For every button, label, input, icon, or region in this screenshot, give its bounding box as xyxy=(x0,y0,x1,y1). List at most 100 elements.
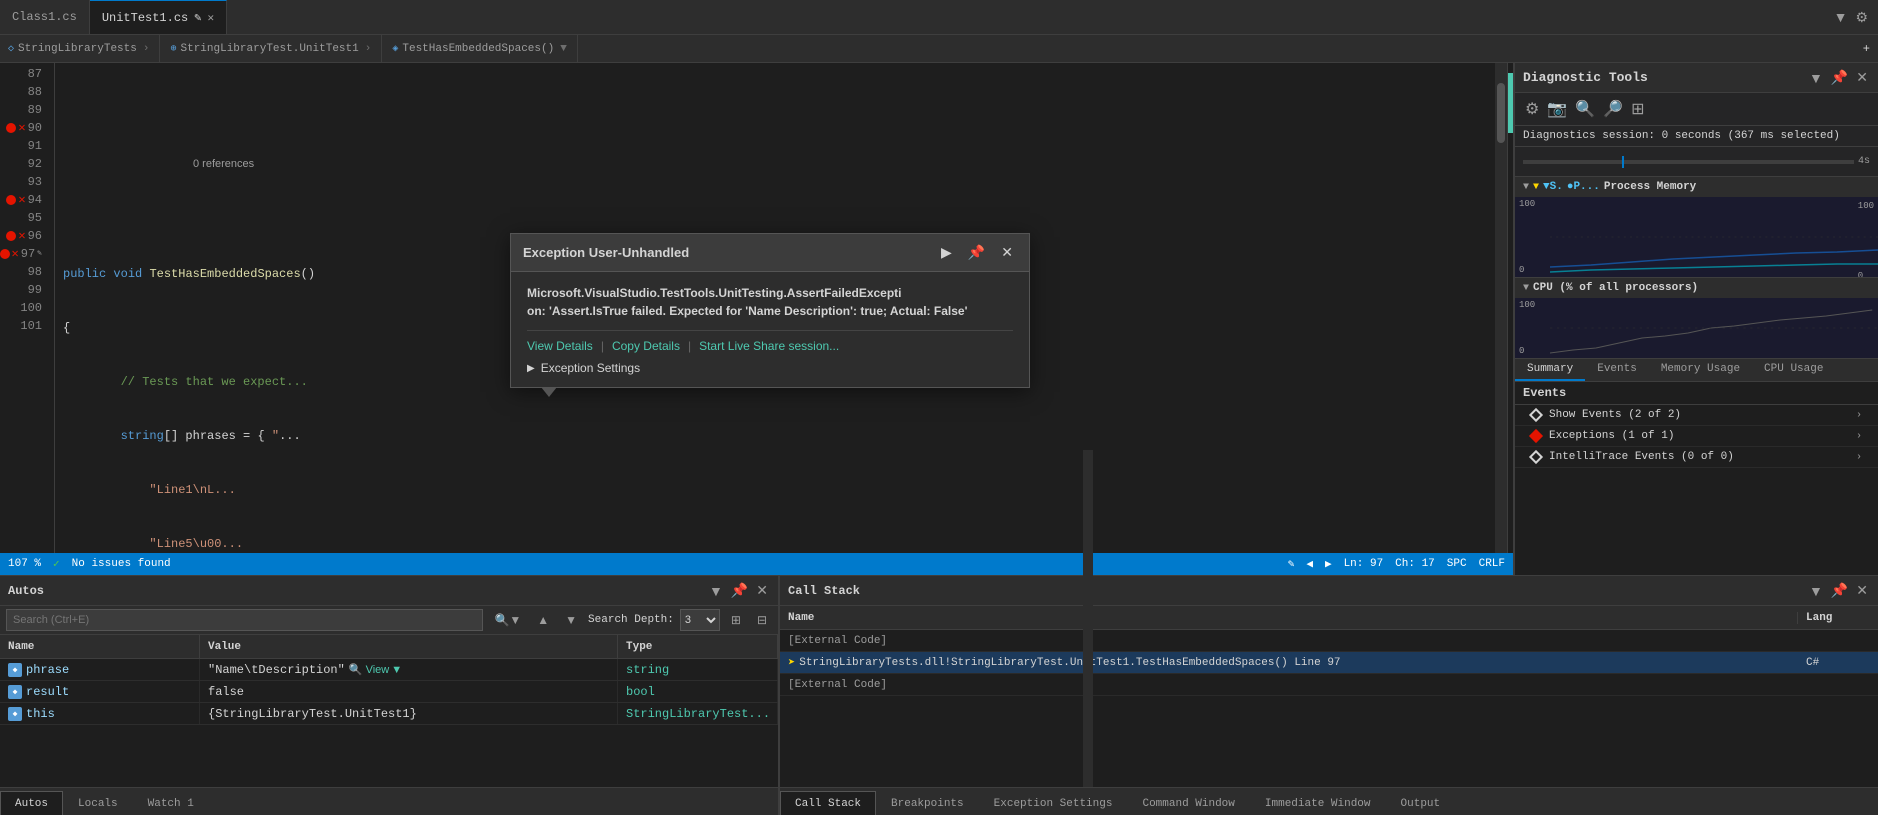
autos-table: Name Value Type ◆ phrase "Name\tDescript… xyxy=(0,635,778,787)
nav-method[interactable]: ◈ TestHasEmbeddedSpaces() ▼ xyxy=(384,35,577,62)
diag-pin-btn[interactable]: 📌 xyxy=(1829,67,1850,88)
bottom-area: Autos ▼ 📌 ✕ 🔍▼ ▲ ▼ Search Depth: 3 ⊞ ⊟ N… xyxy=(0,575,1878,815)
autos-header-actions: ▼ 📌 ✕ xyxy=(707,580,770,601)
cs-pane-tab-breakpoints[interactable]: Breakpoints xyxy=(876,791,979,815)
copy-details-link[interactable]: Copy Details xyxy=(612,339,680,353)
code-area[interactable]: 87 88 89 ✕ 90 91 92 xyxy=(0,63,1513,553)
live-share-link[interactable]: Start Live Share session... xyxy=(699,339,839,353)
diag-zoom-in-btn[interactable]: 🔍 xyxy=(1573,97,1597,121)
status-line: Ln: 97 xyxy=(1344,558,1384,570)
cs-row-test-method: ➤ StringLibraryTests.dll!StringLibraryTe… xyxy=(780,652,1878,674)
search-depth-select[interactable]: 3 xyxy=(680,609,720,631)
th-value: Value xyxy=(200,635,618,658)
autos-format-btn[interactable]: ⊟ xyxy=(752,609,772,631)
bp-94 xyxy=(6,195,16,205)
exception-header: Exception User-Unhandled ▶ 📌 ✕ xyxy=(511,234,1029,272)
result-var-icon: ◆ xyxy=(8,685,22,699)
cs-pane-tab-callstack[interactable]: Call Stack xyxy=(780,791,876,815)
pm-section-icon3: ●P... xyxy=(1567,181,1600,193)
bp-96 xyxy=(6,231,16,241)
pm-right-min: 0 xyxy=(1858,271,1874,277)
bp-icon-90: ✕ xyxy=(18,119,25,137)
autos-down-btn[interactable]: ▼ xyxy=(560,609,582,631)
exception-close-btn[interactable]: ✕ xyxy=(997,242,1017,263)
cs-pin-btn[interactable]: 📌 xyxy=(1829,580,1850,601)
tab-dropdown-btn[interactable]: ▼ xyxy=(1832,7,1850,27)
ln-91: 91 xyxy=(0,137,46,155)
exception-run-btn[interactable]: ▶ xyxy=(937,242,956,263)
tab-unittest1-modified-icon: ✎ xyxy=(194,10,201,25)
diag-event-intellitrace[interactable]: IntelliTrace Events (0 of 0) › xyxy=(1515,447,1878,468)
diag-timeline: 4s xyxy=(1515,147,1878,177)
diag-fit-btn[interactable]: ⊞ xyxy=(1629,97,1646,121)
cs-pane-tabs: Call Stack Breakpoints Exception Setting… xyxy=(780,787,1878,815)
nav-class[interactable]: ⊕ StringLibraryTest.UnitTest1 › xyxy=(162,35,382,62)
cs-close-btn[interactable]: ✕ xyxy=(1854,580,1870,601)
pane-tab-locals[interactable]: Locals xyxy=(63,791,133,815)
autos-search-input[interactable] xyxy=(6,609,483,631)
diag-tab-memory[interactable]: Memory Usage xyxy=(1649,359,1752,381)
status-zoom[interactable]: 107 % xyxy=(8,558,41,570)
cs-dropdown-btn[interactable]: ▼ xyxy=(1807,580,1825,601)
diag-dropdown-btn[interactable]: ▼ xyxy=(1807,67,1825,88)
process-memory-chart: 100 0 100 0 xyxy=(1515,197,1878,277)
autos-scrollbar[interactable] xyxy=(1083,450,1093,787)
intellitrace-diamond xyxy=(1529,450,1543,464)
th-name: Name xyxy=(0,635,200,658)
cs-td-external-2: [External Code] xyxy=(780,679,1798,691)
exception-title: Exception User-Unhandled xyxy=(523,245,929,260)
pm-right-axis: 100 0 xyxy=(1858,201,1874,277)
diagnostic-tools-pane: Diagnostic Tools ▼ 📌 ✕ ⚙ 📷 🔍 🔎 ⊞ Diagnos… xyxy=(1513,63,1878,575)
exception-pin-btn[interactable]: 📌 xyxy=(964,242,989,263)
tab-unittest1-label: UnitTest1.cs xyxy=(102,11,188,25)
diag-toolbar: ⚙ 📷 🔍 🔎 ⊞ xyxy=(1515,93,1878,126)
cpu-header[interactable]: ▼ CPU (% of all processors) xyxy=(1515,278,1878,298)
nav-project-icon: ◇ xyxy=(8,43,14,55)
tab-class1[interactable]: Class1.cs xyxy=(0,0,90,34)
process-memory-header[interactable]: ▼ ▼ ▼S. ●P... Process Memory xyxy=(1515,177,1878,197)
pane-tab-watch1[interactable]: Watch 1 xyxy=(133,791,209,815)
diag-tab-cpu[interactable]: CPU Usage xyxy=(1752,359,1835,381)
cpu-y-axis: 100 0 xyxy=(1515,298,1550,358)
diag-tab-events[interactable]: Events xyxy=(1585,359,1649,381)
autos-expand-btn[interactable]: ⊞ xyxy=(726,609,746,631)
cs-pane-tab-immediate[interactable]: Immediate Window xyxy=(1250,791,1386,815)
pm-chart-svg xyxy=(1550,197,1878,277)
autos-dropdown-btn[interactable]: ▼ xyxy=(707,580,725,601)
cpu-expand-icon: ▼ xyxy=(1523,283,1529,294)
diag-settings-btn[interactable]: ⚙ xyxy=(1523,97,1541,121)
autos-close-btn[interactable]: ✕ xyxy=(754,580,770,601)
tab-unittest1-close[interactable]: ✕ xyxy=(207,11,214,25)
diag-snapshot-btn[interactable]: 📷 xyxy=(1545,97,1569,121)
nav-project[interactable]: ◇ StringLibraryTests › xyxy=(0,35,160,62)
diag-zoom-out-btn[interactable]: 🔎 xyxy=(1601,97,1625,121)
phrase-view-btn[interactable]: 🔍 View ▼ xyxy=(349,663,402,676)
this-var-icon: ◆ xyxy=(8,707,22,721)
cs-pane-tab-command[interactable]: Command Window xyxy=(1127,791,1249,815)
intellitrace-arrow: › xyxy=(1856,452,1862,463)
view-details-link[interactable]: View Details xyxy=(527,339,593,353)
autos-up-btn[interactable]: ▲ xyxy=(532,609,554,631)
cs-pane-tab-output[interactable]: Output xyxy=(1386,791,1456,815)
diag-tab-summary[interactable]: Summary xyxy=(1515,359,1585,381)
autos-search-btn[interactable]: 🔍▼ xyxy=(489,609,526,631)
autos-pin-btn[interactable]: 📌 xyxy=(729,580,750,601)
pane-tab-autos[interactable]: Autos xyxy=(0,791,63,815)
diag-close-btn[interactable]: ✕ xyxy=(1854,67,1870,88)
cs-td-test-method[interactable]: ➤ StringLibraryTests.dll!StringLibraryTe… xyxy=(780,655,1798,670)
editor-vscrollbar[interactable] xyxy=(1495,63,1507,553)
nav-add-btn[interactable]: + xyxy=(1855,42,1878,56)
cs-td-lang-1: C# xyxy=(1798,657,1878,669)
diag-event-show-events[interactable]: Show Events (2 of 2) › xyxy=(1515,405,1878,426)
pm-icon: ▼ xyxy=(1533,182,1539,193)
td-this-type: StringLibraryTest... xyxy=(618,703,778,724)
status-nav-next[interactable]: ▶ xyxy=(1325,557,1332,571)
cs-pane-tab-exception-settings[interactable]: Exception Settings xyxy=(979,791,1128,815)
editor-pane: 87 88 89 ✕ 90 91 92 xyxy=(0,63,1513,575)
diag-event-exceptions[interactable]: Exceptions (1 of 1) › xyxy=(1515,426,1878,447)
tab-unittest1[interactable]: UnitTest1.cs ✎ ✕ xyxy=(90,0,227,34)
scrollbar-thumb[interactable] xyxy=(1497,83,1505,143)
status-nav-prev[interactable]: ◀ xyxy=(1306,557,1313,571)
tab-settings-btn[interactable]: ⚙ xyxy=(1853,7,1870,28)
exception-settings-row[interactable]: ▶ Exception Settings xyxy=(527,361,1013,375)
